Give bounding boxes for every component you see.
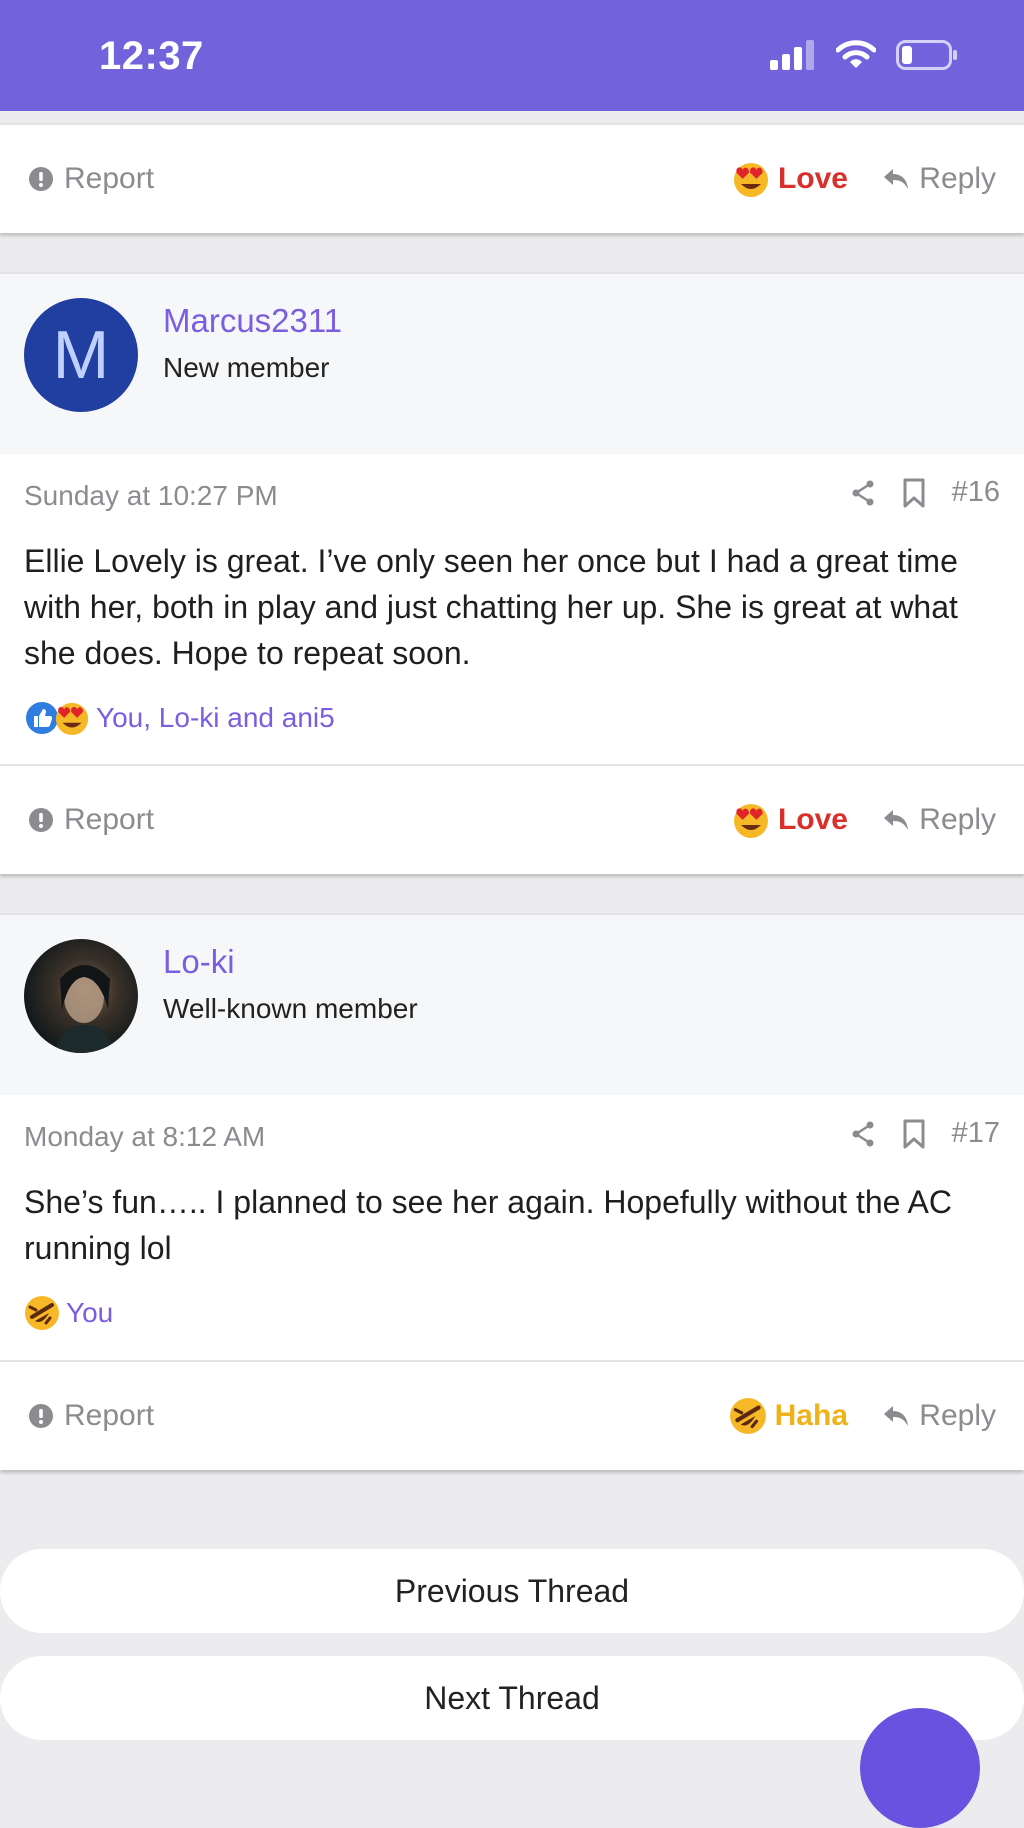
laughing-emoji-icon [25,1296,59,1330]
alert-icon [29,167,53,191]
reply-label: Reply [919,162,996,195]
reply-icon [884,169,909,189]
reaction-label: Love [777,803,848,836]
report-label: Report [64,1399,155,1432]
reaction-label: Haha [774,1399,848,1432]
previous-thread-button[interactable]: Previous Thread [0,1549,1024,1633]
post-number[interactable]: #17 [952,1117,1000,1150]
username-link[interactable]: Lo-ki [163,943,235,981]
next-thread-button[interactable]: Next Thread [0,1656,1024,1740]
post-16-action-bar: Report Love Reply [0,764,1024,874]
reply-button[interactable]: Reply [883,766,996,874]
alert-icon [29,1404,53,1428]
heart-eyes-emoji-icon [733,804,768,838]
user-role: Well-known member [163,993,418,1024]
laughing-emoji-icon [729,1398,766,1434]
reaction-button[interactable]: Love [732,766,848,874]
reaction-users: You, Lo-ki and ani5 [96,702,335,733]
heart-eyes-emoji-icon [733,163,768,197]
username-link[interactable]: Marcus2311 [163,302,342,340]
previous-thread-label: Previous Thread [394,1572,630,1609]
post-meta-icons: #16 [850,476,1000,509]
reply-label: Reply [919,803,996,836]
reaction-button[interactable]: Haha [729,1362,848,1470]
battery-icon [896,40,957,70]
post-15-action-bar: Report Love Reply [0,123,1024,233]
post-16-body: Sunday at 10:27 PM #16 Ellie Lovely is g… [0,454,1024,764]
report-label: Report [64,162,155,195]
post-content: She’s fun….. I planned to see her again.… [24,1184,952,1266]
signal-icon [770,40,814,70]
post-17-user-block: Lo-ki Well-known member [0,913,1024,1097]
report-button[interactable]: Report [28,1362,154,1470]
user-role: New member [163,352,330,383]
avatar-photo [54,965,116,1053]
avatar-letter: M [52,317,110,393]
reaction-label: Love [777,162,848,195]
share-icon[interactable] [850,479,876,507]
reply-icon [884,1406,909,1426]
reply-button[interactable]: Reply [883,1362,996,1470]
avatar[interactable] [24,939,138,1053]
heart-eyes-emoji-icon [55,702,89,736]
status-icons [770,40,958,70]
reaction-users: You [66,1297,114,1328]
share-icon[interactable] [850,1120,876,1148]
reply-icon [884,810,909,830]
wifi-icon [836,40,876,68]
post-date[interactable]: Monday at 8:12 AM [24,1121,265,1153]
post-number[interactable]: #16 [952,476,1000,509]
floating-action-button[interactable] [860,1708,980,1828]
post-16-user-block: M Marcus2311 New member [0,272,1024,456]
post-17-action-bar: Report Haha Reply [0,1360,1024,1470]
next-thread-label: Next Thread [424,1679,600,1716]
reaction-button[interactable]: Love [732,125,848,233]
post-date[interactable]: Sunday at 10:27 PM [24,480,278,512]
report-button[interactable]: Report [28,766,154,874]
bookmark-icon[interactable] [902,478,926,508]
report-button[interactable]: Report [28,125,154,233]
report-label: Report [64,803,155,836]
avatar[interactable]: M [24,298,138,412]
reply-button[interactable]: Reply [883,125,996,233]
alert-icon [29,808,53,832]
reply-label: Reply [919,1399,996,1432]
post-content: Ellie Lovely is great. I’ve only seen he… [24,543,958,671]
post-meta-icons: #17 [850,1117,1000,1150]
status-time: 12:37 [99,34,204,78]
reaction-summary[interactable]: You [24,1295,113,1331]
post-17-body: Monday at 8:12 AM #17 She’s fun….. I pla… [0,1095,1024,1360]
bookmark-icon[interactable] [902,1119,926,1149]
reaction-summary[interactable]: You, Lo-ki and ani5 [24,700,335,736]
status-bar: 12:37 [0,0,1024,111]
